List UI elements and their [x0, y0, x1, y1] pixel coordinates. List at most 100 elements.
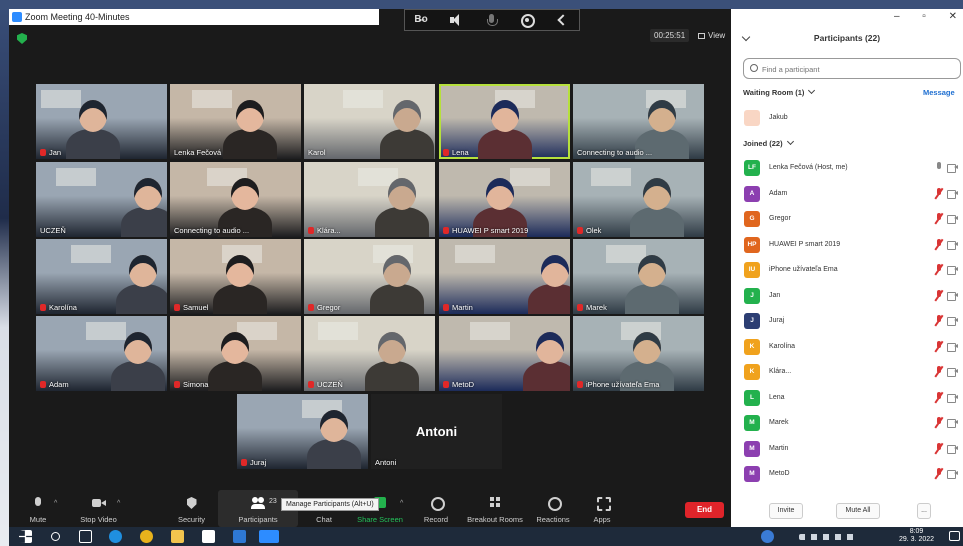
security-button[interactable]: Security: [169, 490, 214, 527]
muted-mic-icon[interactable]: [935, 468, 943, 479]
camera-icon[interactable]: [947, 291, 958, 301]
muted-mic-icon[interactable]: [935, 289, 943, 301]
muted-mic-icon[interactable]: [935, 442, 943, 454]
video-tile[interactable]: Connecting to audio ...: [170, 162, 301, 237]
joined-header[interactable]: Joined (22): [743, 137, 794, 148]
muted-mic-icon[interactable]: [935, 417, 943, 428]
camera-icon[interactable]: [947, 215, 958, 224]
muted-mic-icon[interactable]: [935, 187, 943, 199]
video-tile[interactable]: Klára...: [304, 162, 435, 237]
chrome-browser-icon[interactable]: [140, 530, 153, 543]
camera-icon[interactable]: [947, 266, 958, 275]
video-tile[interactable]: iPhone užívateľa Ema: [573, 316, 704, 391]
mail-icon[interactable]: [233, 530, 246, 543]
camera-icon[interactable]: [947, 317, 958, 326]
video-tile[interactable]: UCZEŇ: [36, 162, 167, 237]
camera-icon[interactable]: [947, 240, 958, 250]
muted-mic-icon[interactable]: [935, 213, 943, 224]
muted-mic-icon[interactable]: [935, 366, 943, 377]
participant-list-item[interactable]: J Jan: [744, 287, 963, 306]
microphone-icon[interactable]: [484, 14, 500, 26]
participant-list-item[interactable]: M Martin: [744, 440, 963, 459]
muted-mic-icon[interactable]: [935, 340, 943, 352]
camera-icon[interactable]: [947, 444, 958, 454]
minimize-icon[interactable]: –: [894, 11, 900, 22]
more-options-button[interactable]: ...: [917, 503, 931, 519]
apps-button[interactable]: Apps: [583, 490, 621, 527]
video-tile[interactable]: Jan: [36, 84, 167, 159]
view-button[interactable]: View: [694, 29, 729, 42]
video-tile[interactable]: Antoni Antoni: [371, 394, 502, 469]
video-tile[interactable]: Karolína: [36, 239, 167, 314]
video-tile[interactable]: Simona: [170, 316, 301, 391]
camera-icon[interactable]: [947, 393, 958, 403]
camera-icon[interactable]: [947, 419, 958, 428]
video-tile[interactable]: Karol: [304, 84, 435, 159]
participant-list-item[interactable]: G Gregor: [744, 211, 963, 229]
mute-options-caret-icon[interactable]: ^: [54, 500, 57, 507]
video-tile[interactable]: MetoD: [439, 316, 570, 391]
participant-list-item[interactable]: K Karolína: [744, 338, 963, 357]
participant-list-item[interactable]: L Lena: [744, 389, 963, 408]
video-tile[interactable]: Adam: [36, 316, 167, 391]
broadcast-icon[interactable]: [519, 14, 535, 28]
reactions-button[interactable]: Reactions: [531, 490, 575, 527]
video-tile[interactable]: HUAWEI P smart 2019: [439, 162, 570, 237]
speaker-icon[interactable]: [449, 14, 465, 26]
record-button[interactable]: Record: [417, 490, 455, 527]
file-explorer-icon[interactable]: [171, 530, 184, 543]
system-tray-icons[interactable]: [799, 534, 859, 540]
mute-button[interactable]: Mute: [13, 490, 63, 527]
participant-list-item[interactable]: M MetoD: [744, 466, 963, 484]
mute-all-button[interactable]: Mute All: [836, 503, 880, 519]
camera-icon[interactable]: [947, 342, 958, 352]
video-tile[interactable]: Lena: [439, 84, 570, 159]
taskbar-clock[interactable]: 8:09 29. 3. 2022: [899, 528, 934, 544]
waiting-room-item[interactable]: Jakub: [744, 110, 963, 128]
waiting-room-message-link[interactable]: Message: [923, 88, 955, 97]
participant-list-item[interactable]: LF Lenka Fečová (Host, me): [744, 160, 963, 178]
breakout-rooms-button[interactable]: Breakout Rooms: [463, 490, 527, 527]
participant-list-item[interactable]: M Marek: [744, 415, 963, 433]
video-tile[interactable]: Gregor: [304, 239, 435, 314]
muted-mic-icon[interactable]: [935, 238, 943, 250]
participant-list-item[interactable]: J Juraj: [744, 313, 963, 331]
task-view-icon[interactable]: [79, 530, 92, 543]
video-tile[interactable]: Olek: [573, 162, 704, 237]
microphone-icon[interactable]: [935, 162, 943, 173]
video-tile[interactable]: Samuel: [170, 239, 301, 314]
video-tile[interactable]: UCZEŇ: [304, 316, 435, 391]
help-icon[interactable]: [761, 530, 774, 543]
windows-start-icon[interactable]: [19, 530, 32, 543]
stop-video-button[interactable]: Stop Video: [71, 490, 126, 527]
waiting-room-header[interactable]: Waiting Room (1): [743, 86, 816, 97]
camera-icon[interactable]: [947, 189, 958, 199]
encryption-shield-icon[interactable]: [17, 33, 27, 44]
muted-mic-icon[interactable]: [935, 264, 943, 275]
end-meeting-button[interactable]: End: [685, 502, 724, 518]
participant-list-item[interactable]: A Adam: [744, 185, 963, 204]
chevron-left-icon[interactable]: [554, 14, 570, 26]
camera-icon[interactable]: [947, 368, 958, 377]
video-options-caret-icon[interactable]: ^: [117, 500, 120, 507]
video-tile[interactable]: Martin: [439, 239, 570, 314]
participant-list-item[interactable]: IU iPhone užívateľa Ema: [744, 262, 963, 280]
participant-list-item[interactable]: HP HUAWEI P smart 2019: [744, 236, 963, 255]
edge-browser-icon[interactable]: [109, 530, 122, 543]
participant-list-item[interactable]: K Klára...: [744, 364, 963, 382]
muted-mic-icon[interactable]: [935, 315, 943, 326]
invite-button[interactable]: Invite: [769, 503, 803, 519]
store-icon[interactable]: [202, 530, 215, 543]
video-tile[interactable]: Lenka Fečová: [170, 84, 301, 159]
notifications-icon[interactable]: [949, 531, 960, 541]
muted-mic-icon[interactable]: [935, 391, 943, 403]
search-icon[interactable]: [51, 532, 60, 541]
camera-icon[interactable]: [947, 164, 958, 173]
participant-search-input[interactable]: [762, 62, 952, 76]
zoom-app-icon[interactable]: [259, 530, 279, 543]
close-icon[interactable]: ✕: [949, 11, 957, 22]
video-tile[interactable]: Connecting to audio ...: [573, 84, 704, 159]
bo-icon[interactable]: B̶o: [414, 14, 430, 26]
maximize-icon[interactable]: ▫: [922, 11, 926, 22]
camera-icon[interactable]: [947, 470, 958, 479]
